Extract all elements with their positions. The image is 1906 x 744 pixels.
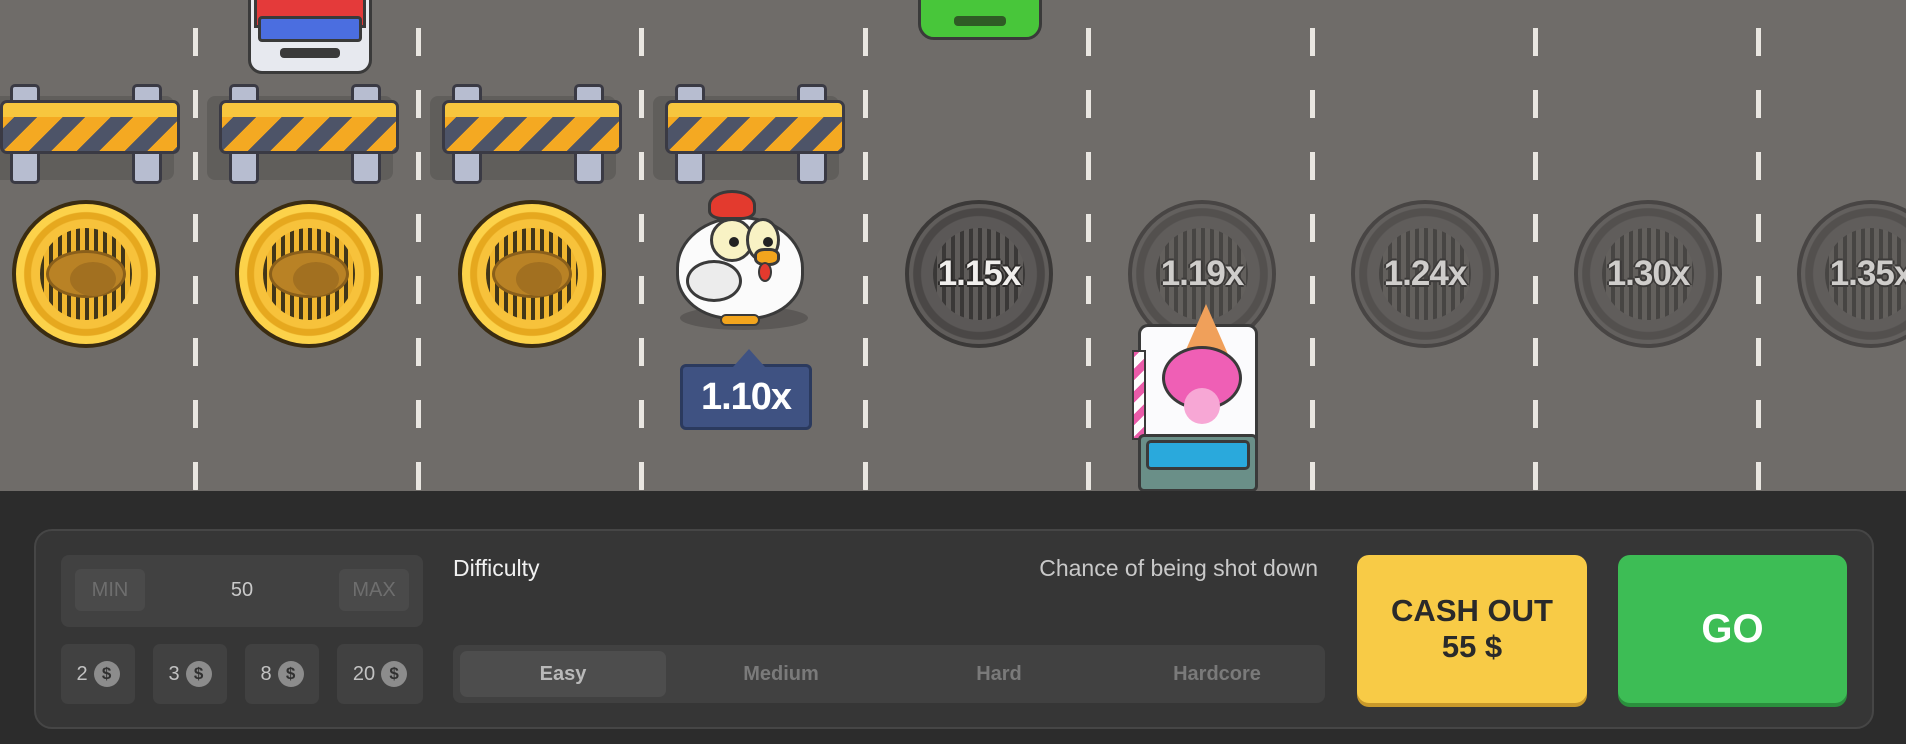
lane-divider (416, 0, 421, 491)
bet-amount-input[interactable]: 50 (171, 569, 313, 611)
multiplier-value: 1.35x (1829, 254, 1906, 293)
multiplier-value: 1.30x (1606, 254, 1691, 293)
bet-amount-box: MIN 50 MAX (61, 555, 423, 627)
multiplier-value: 1.24x (1383, 254, 1468, 293)
red-truck (240, 0, 380, 76)
cash-out-label: CASH OUT (1391, 593, 1553, 628)
dollar-icon: $ (93, 661, 120, 687)
multiplier-value: 1.15x (937, 254, 1022, 293)
multiplier-tile[interactable]: 1.35x (1797, 200, 1906, 348)
green-car (918, 0, 1042, 42)
cash-out-amount: 55 $ (1441, 629, 1503, 664)
road-barrier (207, 84, 405, 184)
multiplier-tile[interactable]: 1.30x (1574, 200, 1722, 348)
bet-max-button[interactable]: MAX (339, 569, 409, 611)
bet-chip-20[interactable]: 20 $ (337, 644, 423, 704)
difficulty-selector: Easy Medium Hard Hardcore (453, 645, 1325, 703)
road-barrier (430, 84, 628, 184)
difficulty-label: Difficulty (453, 555, 540, 581)
dollar-icon: $ (381, 661, 408, 687)
difficulty-hard-tab[interactable]: Hard (896, 651, 1102, 697)
game-road: 1.10x 1.15x 1.19x 1.24x 1.30x 1.35x (0, 0, 1906, 491)
lane-divider (1310, 0, 1315, 491)
road-barrier (0, 84, 186, 184)
bet-min-button[interactable]: MIN (75, 569, 145, 611)
chip-amount: 3 (168, 662, 180, 685)
chance-label: Chance of being shot down (1039, 555, 1318, 581)
bet-chip-3[interactable]: 3 $ (153, 644, 227, 704)
chip-amount: 20 (352, 662, 376, 685)
difficulty-easy-tab[interactable]: Easy (460, 651, 666, 697)
dollar-icon: $ (277, 661, 304, 687)
multiplier-value: 1.19x (1160, 254, 1245, 293)
ice-cream-truck (1130, 300, 1270, 491)
chicken-player-icon (672, 186, 814, 336)
lane-divider (863, 0, 868, 491)
bet-chip-8[interactable]: 8 $ (245, 644, 319, 704)
lane-divider (639, 0, 644, 491)
collected-coin-icon (458, 200, 606, 348)
collected-coin-icon (12, 200, 160, 348)
collected-coin-icon (235, 200, 383, 348)
lane-divider (1086, 0, 1091, 491)
go-button[interactable]: GO (1618, 555, 1847, 703)
current-multiplier-badge: 1.10x (680, 349, 812, 430)
dollar-icon: $ (185, 661, 212, 687)
multiplier-tile[interactable]: 1.24x (1351, 200, 1499, 348)
chip-amount: 2 (76, 662, 88, 685)
road-barrier (653, 84, 851, 184)
lane-divider (1756, 0, 1761, 491)
bet-chip-2[interactable]: 2 $ (61, 644, 135, 704)
difficulty-medium-tab[interactable]: Medium (678, 651, 884, 697)
lane-divider (1533, 0, 1538, 491)
difficulty-hardcore-tab[interactable]: Hardcore (1114, 651, 1320, 697)
multiplier-tile[interactable]: 1.15x (905, 200, 1053, 348)
cash-out-button[interactable]: CASH OUT 55 $ (1357, 555, 1587, 703)
chip-amount: 8 (260, 662, 272, 685)
lane-divider (193, 0, 198, 491)
